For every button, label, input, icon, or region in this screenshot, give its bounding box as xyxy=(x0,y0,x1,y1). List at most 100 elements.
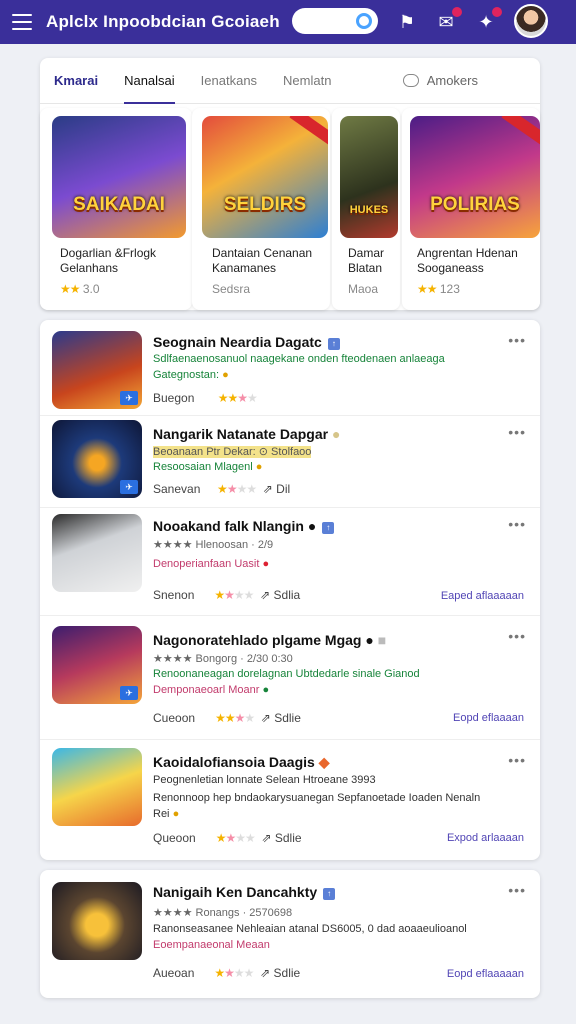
featured-rating: ★★ 3.0 xyxy=(60,282,100,296)
app-title: Nanigaih Ken Dancahkty ↑ xyxy=(153,884,336,900)
featured-art-3: POLIRIAS xyxy=(410,116,540,238)
featured-item-3[interactable]: POLIRIAS Angrentan Hdenan Sooganeass ★★ 1… xyxy=(402,108,540,310)
featured-art-2: HUKES xyxy=(340,116,398,238)
expand-link[interactable]: Eopd eflaaaan xyxy=(453,712,524,724)
more-options-icon[interactable]: ••• xyxy=(508,332,526,348)
featured-item-0[interactable]: SAIKADAI Dogarlian &Frlogk Gelanhans ★★ 3… xyxy=(40,108,192,310)
featured-art-0: SAIKADAI xyxy=(52,116,186,238)
list-item[interactable]: ✈ Nagonoratehlado plgame Mgag ● ■ ★★★★ B… xyxy=(40,616,540,740)
more-options-icon[interactable]: ••• xyxy=(508,628,526,644)
app-footer: Aueoan ★★★★ ⇗ Sdlie xyxy=(153,966,301,980)
app-title: Nangarik Natanate Dapgar ● xyxy=(153,426,341,442)
tag-icon: ↑ xyxy=(323,888,336,900)
people-icon[interactable]: ✦ xyxy=(474,7,502,34)
app-footer: Buegon ★★★★ xyxy=(153,391,258,405)
featured-ribbon xyxy=(289,116,328,149)
app-desc: ★★★★ Hlenoosan · 2/9 xyxy=(153,539,274,551)
featured-title: Damar Blatan xyxy=(348,246,385,275)
featured-item-1[interactable]: SELDIRS Dantaian Cenanan Kanamanes Sedsra xyxy=(192,108,330,310)
app-title: Aplclx Inpoobdcian Gcoiaeh xyxy=(46,12,280,31)
tag-icon: ↑ xyxy=(327,338,340,350)
more-options-icon[interactable]: ••• xyxy=(508,752,526,768)
app-category: Denoperianfaan Uasit ● xyxy=(153,558,270,570)
app-icon xyxy=(52,748,142,826)
expand-link[interactable]: Eopd eflaaaaan xyxy=(447,968,524,980)
notification-badge xyxy=(452,7,462,17)
featured-art-title: HUKES xyxy=(349,204,389,216)
menu-icon[interactable] xyxy=(12,14,32,30)
search-icon[interactable] xyxy=(356,13,372,29)
app-desc: Beoanaan Ptr Dekar: ⊙ Stolfaoo xyxy=(153,446,312,458)
more-options-icon[interactable]: ••• xyxy=(508,516,526,532)
featured-art-title: POLIRIAS xyxy=(430,194,520,215)
featured-art-title: SELDIRS xyxy=(223,194,307,215)
app-icon xyxy=(52,514,142,592)
tab-3[interactable]: Nemlatn xyxy=(283,58,331,104)
chat-icon xyxy=(402,74,419,87)
list-item[interactable]: Nanigaih Ken Dancahkty ↑ ★★★★ Ronangs · 2… xyxy=(40,870,540,998)
share-icon: ⇗ xyxy=(260,711,271,725)
featured-sub: Maoa xyxy=(348,282,379,296)
share-icon: ⇗ xyxy=(261,831,272,845)
featured-art-1: SELDIRS xyxy=(202,116,328,238)
list-item[interactable]: ✈ Seognain Neardia Dagatc ↑ Sdlfaenaenosa… xyxy=(40,320,540,416)
more-options-icon[interactable]: ••• xyxy=(508,424,526,440)
share-icon: ⇗ xyxy=(262,482,273,496)
app-icon xyxy=(52,882,142,960)
featured-title: Dogarlian &Frlogk Gelanhans xyxy=(60,246,157,275)
featured-art-title: SAIKADAI xyxy=(73,194,165,215)
app-desc-3: Rei ● xyxy=(153,808,180,820)
expand-link[interactable]: Expod arlaaaan xyxy=(447,832,524,844)
tab-bar: Kmarai Nanalsai Ienatkans Nemlatn Amoker… xyxy=(40,58,540,104)
tag-icon: ↑ xyxy=(322,522,335,534)
app-title: Seognain Neardia Dagatc ↑ xyxy=(153,334,340,350)
app-icon: ✈ xyxy=(52,331,142,409)
avatar[interactable] xyxy=(514,4,548,38)
list-item[interactable]: Nooakand falk Nlangin ● ↑ ★★★★ Hlenoosan … xyxy=(40,508,540,616)
featured-sub: Sedsra xyxy=(212,282,251,296)
app-platform-icon: ✈ xyxy=(120,391,138,405)
app-list: ✈ Seognain Neardia Dagatc ↑ Sdlfaenaenosa… xyxy=(40,320,540,860)
notification-icon[interactable]: ✉ xyxy=(434,7,462,34)
people-badge xyxy=(492,7,502,17)
app-platform-icon: ✈ xyxy=(120,480,138,494)
app-title: Nooakand falk Nlangin ● ↑ xyxy=(153,518,335,534)
expand-link[interactable]: Eaped aflaaaaan xyxy=(441,590,524,602)
app-desc-2: Renonnoop hep bndaokarysuanegan Sepfanoe… xyxy=(153,792,481,804)
featured-item-2[interactable]: HUKES Damar Blatan Maoa xyxy=(332,108,400,310)
app-footer: Cueoon ★★★★ ⇗ Sdlie xyxy=(153,711,301,725)
app-footer: Queoon ★★★★ ⇗ Sdlie xyxy=(153,831,302,845)
more-options-icon[interactable]: ••• xyxy=(508,882,526,898)
list-item[interactable]: Kaoidalofiansoia Daagis ◆ Peognenletian … xyxy=(40,740,540,860)
featured-title: Angrentan Hdenan Sooganeass xyxy=(417,246,518,275)
app-platform-icon: ✈ xyxy=(120,686,138,700)
app-icon: ✈ xyxy=(52,420,142,498)
tab-more-label: Amokers xyxy=(426,73,478,88)
tab-2[interactable]: Ienatkans xyxy=(201,58,257,104)
tab-0[interactable]: Kmarai xyxy=(54,58,98,104)
list-item[interactable]: ✈ Nangarik Natanate Dapgar ● Beoanaan Pt… xyxy=(40,416,540,508)
app-title: Kaoidalofiansoia Daagis ◆ xyxy=(153,754,330,770)
app-category: Demponaeoarl Moanr ● xyxy=(153,684,270,696)
store-icon[interactable]: ⚑ xyxy=(395,10,419,34)
tab-more[interactable]: Amokers xyxy=(402,58,478,104)
app-desc: ★★★★ Bongorg · 2/30 0:30 xyxy=(153,653,293,665)
app-footer: Sanevan ★★★★ ⇗ Dil xyxy=(153,482,291,496)
featured-rating: ★★ 123 xyxy=(417,282,460,296)
app-desc: ★★★★ Ronangs · 2570698 xyxy=(153,907,293,919)
app-category: Gategnostan: ● xyxy=(153,369,229,381)
app-category: Resoosaian Mlagenl ● xyxy=(153,461,263,473)
app-desc-2: Renoonaneagan dorelagnan Ubtdedarle sina… xyxy=(153,668,420,680)
app-category: Eoempanaeonal Meaan xyxy=(153,939,270,951)
app-desc: Peognenletian lonnate Selean Htroeane 39… xyxy=(153,774,376,786)
app-desc: Sdlfaenaenosanuol naagekane onden fteode… xyxy=(153,353,445,365)
featured-ribbon xyxy=(501,116,540,149)
app-footer: Snenon ★★★★ ⇗ Sdlia xyxy=(153,588,301,602)
featured-title: Dantaian Cenanan Kanamanes xyxy=(212,246,313,275)
share-icon: ⇗ xyxy=(260,588,271,602)
search-input[interactable] xyxy=(292,8,378,34)
share-icon: ⇗ xyxy=(260,966,271,980)
tab-1[interactable]: Nanalsai xyxy=(124,58,175,104)
app-desc-2: Ranonseasanee Nehleaian atanal DS6005, 0… xyxy=(153,923,467,935)
app-title: Nagonoratehlado plgame Mgag ● ■ xyxy=(153,632,387,648)
